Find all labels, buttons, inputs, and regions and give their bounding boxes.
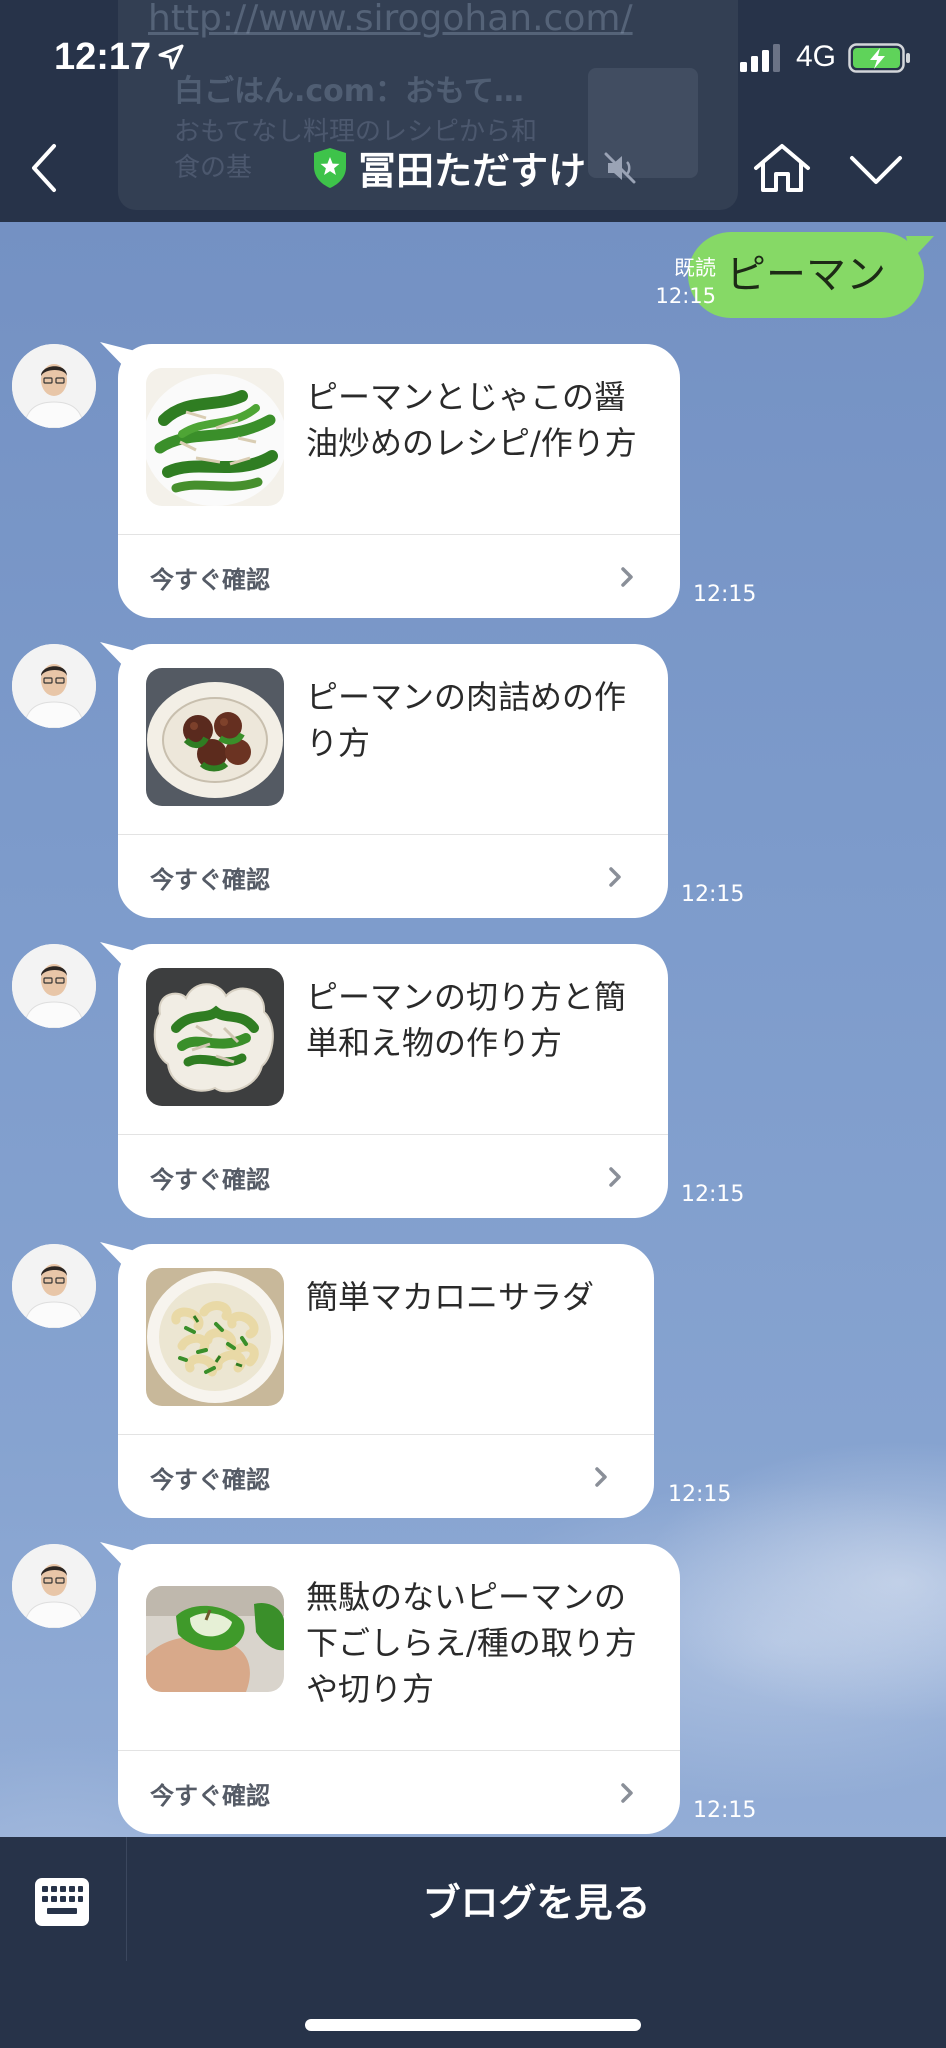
card-divider [118, 834, 668, 835]
home-indicator[interactable] [305, 2019, 641, 2031]
network-type: 4G [796, 40, 837, 73]
message-time: 12:15 [693, 1798, 757, 1823]
recipe-title: ピーマンの肉詰めの作り方 [306, 678, 627, 762]
recipe-photo [146, 368, 284, 506]
confirm-link[interactable]: 今すぐ確認 [150, 1776, 270, 1811]
recipe-photo [146, 968, 284, 1106]
chevron-down-icon[interactable] [848, 152, 904, 188]
outgoing-message[interactable]: ピーマン [688, 232, 924, 318]
back-chevron-icon[interactable] [22, 138, 66, 198]
avatar-portrait-icon [12, 1244, 96, 1328]
location-arrow-icon [158, 44, 184, 70]
recipe-card[interactable]: 無駄のないピーマンの下ごしらえ/種の取り方や切り方 今すぐ確認 [118, 1544, 680, 1834]
recipe-title: ピーマンの切り方と簡単和え物の作り方 [306, 978, 627, 1062]
avatar[interactable] [12, 344, 96, 428]
recipe-title: ピーマンとじゃこの醤油炒めのレシピ/作り方 [306, 378, 637, 462]
card-divider [118, 1434, 654, 1435]
card-divider [118, 1134, 668, 1135]
recipe-card[interactable]: ピーマンの肉詰めの作り方 今すぐ確認 [118, 644, 668, 918]
chevron-right-icon [609, 867, 621, 887]
chat-header: http://www.sirogohan.com/ 白ごはん.com：おもて… … [0, 0, 946, 222]
avatar[interactable] [12, 644, 96, 728]
recipe-title: 無駄のないピーマンの下ごしらえ/種の取り方や切り方 [306, 1578, 637, 1708]
recipe-card[interactable]: ピーマンの切り方と簡単和え物の作り方 今すぐ確認 [118, 944, 668, 1218]
avatar-portrait-icon [12, 644, 96, 728]
message-time: 12:15 [693, 582, 757, 607]
bottom-menu-bar: ブログを見る [0, 1837, 946, 2048]
message-time: 12:15 [681, 882, 745, 907]
recipe-thumbnail[interactable] [146, 968, 284, 1106]
chevron-right-icon [621, 567, 633, 587]
card-divider [118, 534, 680, 535]
outgoing-meta: 既読 12:15 [655, 254, 716, 310]
avatar-portrait-icon [12, 344, 96, 428]
contact-title[interactable]: 冨田ただすけ [312, 140, 638, 195]
card-divider [118, 1750, 680, 1751]
recipe-photo [146, 668, 284, 806]
recipe-title: 簡単マカロニサラダ [306, 1278, 595, 1316]
battery-charging-icon [848, 43, 910, 73]
avatar[interactable] [12, 1544, 96, 1628]
outgoing-time: 12:15 [655, 284, 716, 308]
recipe-thumbnail[interactable] [146, 668, 284, 806]
contact-name: 冨田ただすけ [358, 149, 587, 193]
recipe-card[interactable]: ピーマンとじゃこの醤油炒めのレシピ/作り方 今すぐ確認 [118, 344, 680, 618]
ghost-url: http://www.sirogohan.com/ [148, 0, 633, 39]
signal-strength-icon [740, 44, 780, 72]
message-time: 12:15 [681, 1182, 745, 1207]
avatar[interactable] [12, 944, 96, 1028]
recipe-photo [146, 1586, 284, 1692]
recipe-thumbnail[interactable] [146, 368, 284, 506]
speaker-mute-icon [604, 152, 636, 183]
home-icon[interactable] [752, 142, 812, 194]
recipe-photo [146, 1268, 284, 1406]
official-badge-icon [314, 147, 346, 188]
chevron-right-icon [595, 1467, 607, 1487]
avatar-portrait-icon [12, 1544, 96, 1628]
avatar-portrait-icon [12, 944, 96, 1028]
chevron-right-icon [609, 1167, 621, 1187]
ghost-title: 白ごはん.com：おもて… [174, 74, 524, 109]
confirm-link[interactable]: 今すぐ確認 [150, 1460, 270, 1495]
status-time: 12:17 [54, 36, 152, 78]
confirm-link[interactable]: 今すぐ確認 [150, 560, 270, 595]
recipe-card[interactable]: 簡単マカロニサラダ 今すぐ確認 [118, 1244, 654, 1518]
confirm-link[interactable]: 今すぐ確認 [150, 860, 270, 895]
chevron-right-icon [621, 1783, 633, 1803]
keyboard-icon[interactable] [34, 1877, 90, 1927]
confirm-link[interactable]: 今すぐ確認 [150, 1160, 270, 1195]
recipe-thumbnail[interactable] [146, 1586, 284, 1692]
read-receipt: 既読 [674, 256, 716, 280]
view-blog-button[interactable]: ブログを見る [127, 1837, 946, 1961]
avatar[interactable] [12, 1244, 96, 1328]
message-time: 12:15 [668, 1482, 732, 1507]
recipe-thumbnail[interactable] [146, 1268, 284, 1406]
outgoing-bubble[interactable]: ピーマン [688, 232, 924, 318]
